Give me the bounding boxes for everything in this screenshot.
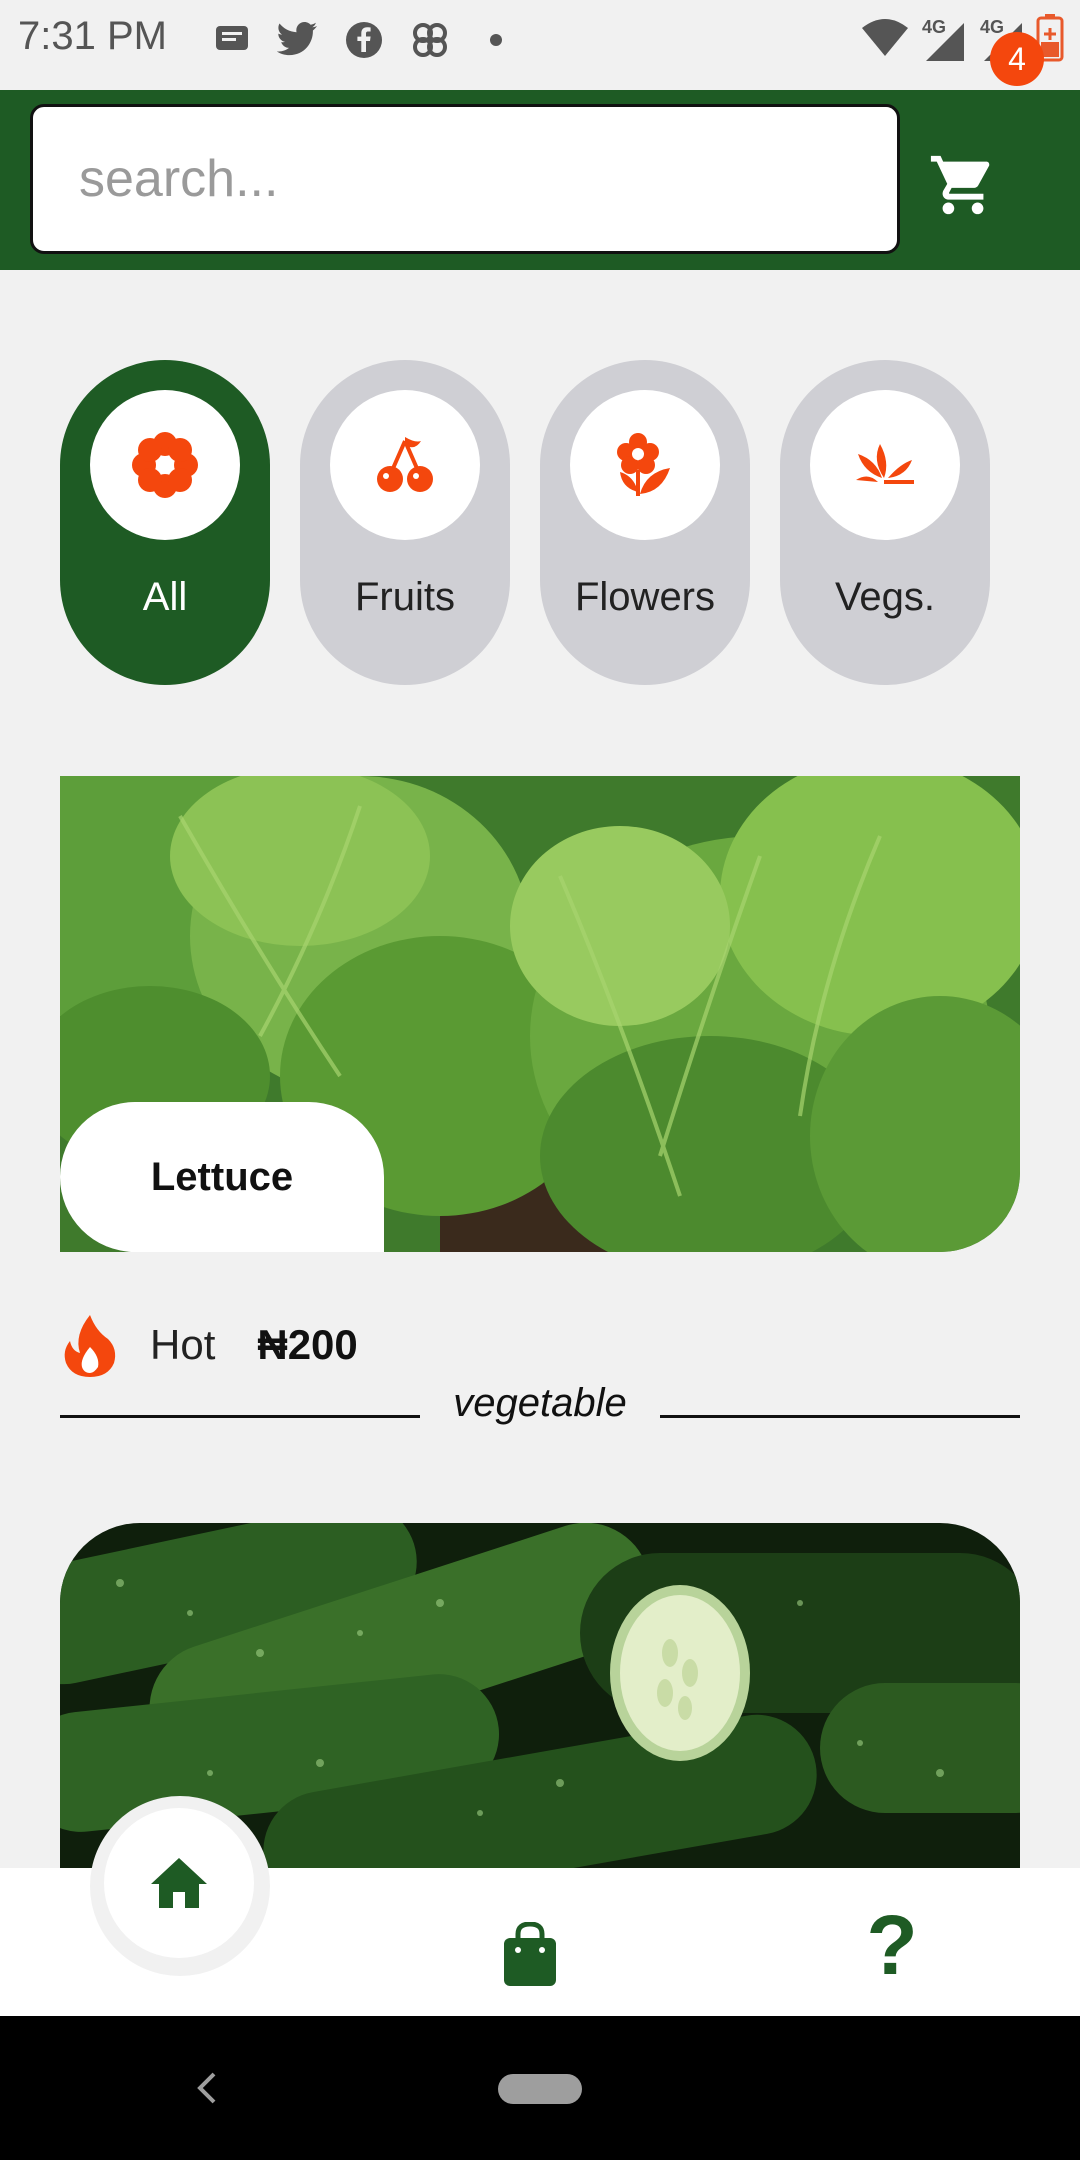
status-bar: 7:31 PM 4G 4G <box>0 0 1080 90</box>
system-home-button[interactable] <box>498 2074 582 2104</box>
category-vegetables[interactable]: Vegs. <box>780 360 990 685</box>
pinwheel-icon <box>408 18 452 62</box>
product-name-tag: Lettuce <box>60 1102 384 1252</box>
nav-home-button[interactable] <box>104 1808 254 1958</box>
category-fruits[interactable]: Fruits <box>300 360 510 685</box>
product-category: vegetable <box>453 1381 627 1425</box>
category-icon-circle <box>90 390 240 540</box>
product-name: Lettuce <box>150 1154 294 1199</box>
flower-leaf-icon <box>617 433 670 496</box>
message-icon <box>210 18 254 62</box>
category-flowers[interactable]: Flowers <box>540 360 750 685</box>
category-label: All <box>142 575 188 619</box>
category-label: Flowers <box>574 575 716 619</box>
cart-count-badge: 4 <box>990 32 1044 86</box>
search-box[interactable] <box>30 104 900 254</box>
search-input[interactable] <box>79 149 897 209</box>
cart-icon <box>930 155 990 215</box>
category-icon-circle <box>810 390 960 540</box>
hot-label: Hot <box>150 1321 216 1368</box>
back-icon[interactable] <box>190 2070 226 2106</box>
signal-4g-icon: 4G <box>920 16 968 63</box>
category-label: Fruits <box>355 575 455 619</box>
nav-shop-button[interactable] <box>500 1921 560 1988</box>
cart-button[interactable] <box>928 140 1018 230</box>
notification-icons <box>210 18 518 62</box>
twitter-icon <box>276 18 320 62</box>
wifi-icon <box>860 18 910 63</box>
network-label: 4G <box>922 16 947 37</box>
product-meta: Hot ₦200 <box>60 1310 358 1380</box>
dot-icon <box>474 18 518 62</box>
divider-line-right <box>660 1415 1020 1418</box>
category-divider: vegetable <box>60 1375 1020 1435</box>
product-card[interactable]: Lettuce <box>60 776 1020 1252</box>
category-icon-circle <box>330 390 480 540</box>
category-all[interactable]: All <box>60 360 270 685</box>
network-label: 4G <box>980 16 1005 37</box>
flower-gear-icon <box>132 432 198 498</box>
category-label: Vegs. <box>834 575 936 619</box>
fire-icon <box>64 1315 116 1377</box>
nav-help-button[interactable]: ? <box>862 1900 922 1990</box>
shopping-bag-icon <box>504 1921 556 1986</box>
cherries-icon <box>377 437 433 492</box>
facebook-icon <box>342 18 386 62</box>
category-icon-circle <box>570 390 720 540</box>
category-list: All Fruits Flowers Vegs. <box>60 360 990 685</box>
status-time: 7:31 PM <box>18 14 167 58</box>
help-icon: ? <box>866 1898 918 1992</box>
app-header <box>0 90 1080 270</box>
sprout-icon <box>856 444 914 484</box>
product-price: ₦200 <box>257 1321 358 1368</box>
home-icon <box>151 1858 207 1908</box>
divider-line-left <box>60 1415 420 1418</box>
